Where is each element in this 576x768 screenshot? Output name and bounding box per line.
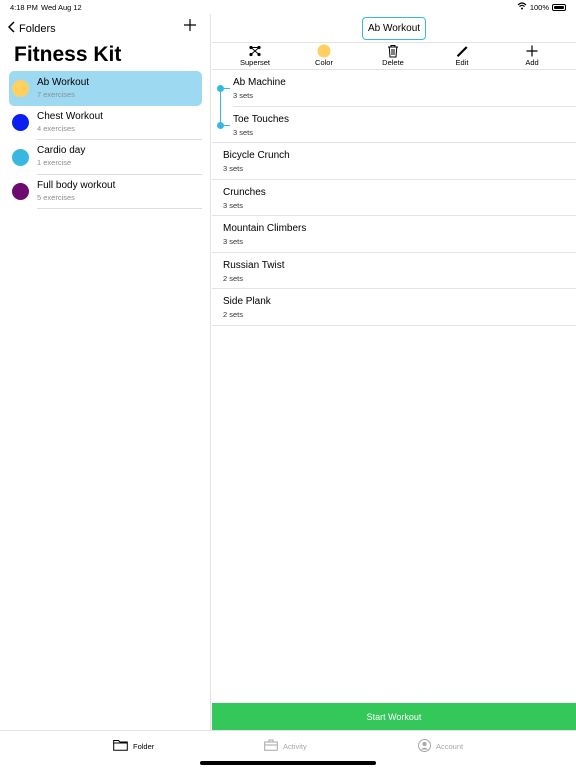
exercise-name: Side Plank bbox=[223, 296, 271, 307]
exercise-sets: 2 sets bbox=[223, 273, 244, 283]
add-label: Add bbox=[525, 58, 539, 67]
folder-color-dot bbox=[12, 183, 29, 201]
color-button[interactable]: Color bbox=[294, 43, 354, 69]
exercise-name: Ab Machine bbox=[233, 77, 286, 88]
superset-label: Superset bbox=[239, 58, 271, 67]
folder-item-cardio-day[interactable]: Cardio day 1 exercise bbox=[9, 140, 202, 175]
color-dot-icon bbox=[317, 44, 331, 58]
home-indicator bbox=[200, 761, 376, 765]
exercise-row-russian-twist[interactable]: Russian Twist 2 sets bbox=[212, 253, 576, 289]
start-workout-button[interactable]: Start Workout bbox=[212, 703, 576, 731]
folder-name: Full body workout bbox=[37, 179, 116, 191]
folder-color-dot bbox=[12, 79, 29, 97]
status-bar: 4:18 PM Wed Aug 12 100% bbox=[0, 0, 576, 14]
exercise-row-mountain-climbers[interactable]: Mountain Climbers 3 sets bbox=[212, 216, 576, 253]
chevron-left-icon bbox=[7, 21, 15, 36]
tab-activity[interactable]: Activity bbox=[264, 739, 307, 753]
folder-name: Cardio day bbox=[37, 145, 86, 157]
status-date: Wed Aug 12 bbox=[41, 3, 82, 12]
plus-icon bbox=[183, 19, 197, 36]
workout-title-button[interactable]: Ab Workout bbox=[362, 17, 426, 40]
folder-text: Ab Workout 7 exercises bbox=[37, 71, 202, 106]
add-exercise-button[interactable]: Add bbox=[502, 43, 562, 69]
tab-bar: Folder Activity Account bbox=[0, 730, 576, 768]
account-icon bbox=[418, 739, 431, 754]
folder-text: Cardio day 1 exercise bbox=[37, 140, 202, 175]
superset-icon bbox=[248, 44, 262, 58]
tab-account[interactable]: Account bbox=[418, 739, 463, 754]
back-to-folders-button[interactable]: Folders bbox=[7, 21, 56, 36]
plus-icon bbox=[526, 44, 538, 58]
back-label: Folders bbox=[19, 22, 56, 35]
main-panel: Ab Workout Superset Color Delete Edit Ad… bbox=[212, 14, 576, 731]
edit-button[interactable]: Edit bbox=[432, 43, 492, 69]
exercise-sets: 3 sets bbox=[223, 200, 244, 210]
page-title: Fitness Kit bbox=[14, 43, 122, 66]
delete-label: Delete bbox=[382, 58, 404, 67]
toolbar: Superset Color Delete Edit Add bbox=[212, 43, 576, 69]
exercise-sets: 3 sets bbox=[233, 91, 254, 100]
folder-item-full-body-workout[interactable]: Full body workout 5 exercises bbox=[9, 175, 202, 209]
sidebar: Folders Fitness Kit Ab Workout 7 exercis… bbox=[0, 14, 211, 730]
exercise-row-toe-touches[interactable]: Toe Touches 3 sets bbox=[212, 107, 576, 143]
wifi-icon bbox=[517, 2, 527, 12]
exercise-name: Toe Touches bbox=[233, 113, 289, 125]
folder-name: Ab Workout bbox=[37, 76, 90, 88]
tab-label: Activity bbox=[283, 741, 307, 751]
exercise-list: Ab Machine 3 sets Toe Touches 3 sets Bic… bbox=[212, 70, 576, 326]
trash-icon bbox=[387, 44, 399, 58]
status-time: 4:18 PM bbox=[10, 3, 38, 12]
tab-label: Account bbox=[436, 742, 464, 751]
folder-color-dot bbox=[12, 114, 29, 132]
exercise-row-crunches[interactable]: Crunches 3 sets bbox=[212, 180, 576, 216]
exercise-name: Bicycle Crunch bbox=[223, 150, 290, 161]
folder-item-chest-workout[interactable]: Chest Workout 4 exercises bbox=[9, 106, 202, 140]
battery-percent: 100% bbox=[529, 2, 549, 12]
exercise-sets: 2 sets bbox=[223, 310, 244, 319]
exercise-row-side-plank[interactable]: Side Plank 2 sets bbox=[212, 289, 576, 326]
folder-count: 1 exercise bbox=[37, 158, 72, 168]
exercise-name: Crunches bbox=[223, 186, 266, 198]
folder-text: Chest Workout 4 exercises bbox=[37, 106, 202, 140]
pencil-icon bbox=[456, 44, 468, 58]
folder-count: 5 exercises bbox=[37, 192, 75, 202]
folder-color-dot bbox=[12, 148, 29, 166]
edit-label: Edit bbox=[455, 58, 469, 67]
folder-text: Full body workout 5 exercises bbox=[37, 175, 202, 209]
exercise-sets: 3 sets bbox=[223, 164, 244, 173]
status-right: 100% bbox=[517, 2, 566, 12]
briefcase-icon bbox=[264, 739, 278, 753]
exercise-name: Mountain Climbers bbox=[223, 223, 307, 234]
exercise-sets: 3 sets bbox=[223, 237, 244, 246]
folder-name: Chest Workout bbox=[37, 110, 103, 122]
add-folder-button[interactable] bbox=[183, 18, 197, 37]
battery-icon bbox=[552, 3, 566, 11]
folder-icon bbox=[113, 739, 128, 753]
exercise-row-bicycle-crunch[interactable]: Bicycle Crunch 3 sets bbox=[212, 143, 576, 180]
tab-label: Folder bbox=[133, 741, 155, 751]
tab-folder[interactable]: Folder bbox=[113, 739, 154, 753]
folder-count: 7 exercises bbox=[37, 89, 75, 99]
exercise-name: Russian Twist bbox=[223, 259, 285, 271]
exercise-sets: 3 sets bbox=[233, 127, 254, 137]
exercise-row-ab-machine[interactable]: Ab Machine 3 sets bbox=[212, 70, 576, 107]
superset-button[interactable]: Superset bbox=[225, 43, 285, 69]
color-label: Color bbox=[315, 58, 333, 67]
folder-item-ab-workout[interactable]: Ab Workout 7 exercises bbox=[9, 71, 202, 106]
row-divider bbox=[212, 324, 576, 326]
delete-button[interactable]: Delete bbox=[363, 43, 423, 69]
folder-count: 4 exercises bbox=[37, 123, 75, 133]
folder-list: Ab Workout 7 exercises Chest Workout 4 e… bbox=[9, 71, 202, 209]
